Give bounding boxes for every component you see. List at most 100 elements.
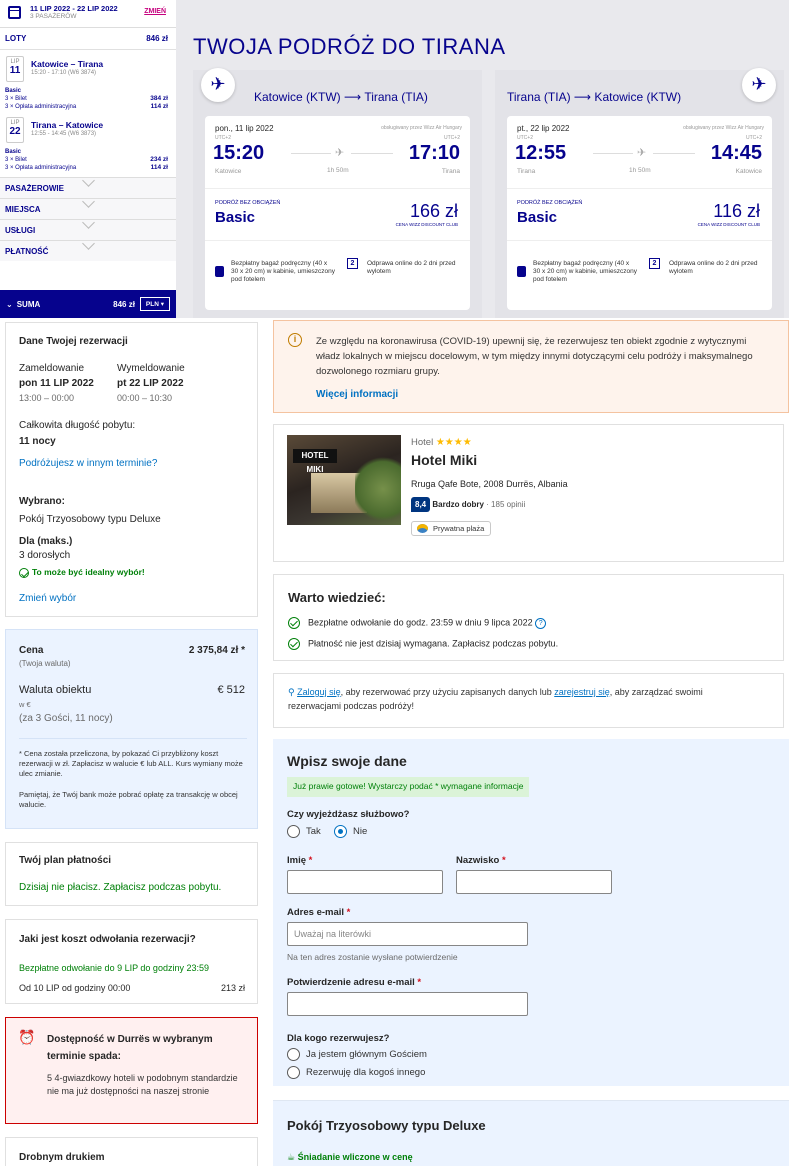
departure-time: 12:55	[515, 142, 567, 164]
departure-utc: UTC+2	[215, 135, 231, 141]
outbound-fare: Basic	[5, 88, 22, 94]
guests-nights: (za 3 Gości, 11 nocy)	[19, 713, 113, 724]
inbound-admin-price: 114 zł	[150, 164, 168, 171]
page-title: TWOJA PODRÓŻ DO TIRANA	[193, 34, 506, 59]
email-field[interactable]: Uważaj na literówki	[287, 922, 528, 946]
main-guest-radio[interactable]	[287, 1048, 300, 1061]
signin-panel: ⚲ Zaloguj się, aby rezerwować przy użyci…	[273, 673, 784, 728]
currency-select[interactable]: PLN ▾	[139, 297, 170, 311]
last-name-label: Nazwisko	[456, 855, 500, 866]
first-name-input[interactable]	[287, 870, 443, 894]
booking-summary-sidebar: 11 LIP 2022 - 22 LIP 2022 3 PASAŻERÓW ZM…	[0, 0, 176, 318]
flight-duration: 1h 50m	[629, 167, 651, 174]
other-dates-link[interactable]: Podróżujesz w innym terminie?	[19, 458, 157, 469]
arrival-city: Tirana	[441, 168, 460, 175]
login-link[interactable]: Zaloguj się	[297, 687, 341, 697]
business-no-radio[interactable]	[334, 825, 347, 838]
total-bar[interactable]: ⌄ SUMA 846 zł PLN ▾	[0, 290, 176, 318]
trip-dates: 11 LIP 2022 - 22 LIP 2022 3 PASAŻERÓW ZM…	[0, 0, 176, 28]
checkin-icon: 2	[649, 258, 660, 269]
inbound-costs: Basic 3 × Bilet 234 zł 3 × Opłata adminis…	[0, 148, 176, 172]
occupancy-label: Dla (maks.)	[19, 536, 73, 547]
tag-label: Prywatna plaża	[433, 524, 485, 533]
cancel-fee: 213 zł	[220, 983, 245, 993]
outbound-flight-card: ✈ Katowice (KTW) ⟶ Tirana (TIA) pon., 11 …	[193, 68, 482, 318]
panel-title: Twój plan płatności	[19, 855, 112, 866]
outbound-day: 11	[9, 65, 21, 76]
change-selection-link[interactable]: Zmień wybór	[19, 593, 76, 604]
flight-details: pon., 11 lip 2022 obsługiwany przez Wizz…	[205, 116, 470, 310]
bank-fee-note: Pamiętaj, że Twój bank może pobrać opłat…	[19, 790, 238, 809]
review-score: 8,4	[411, 497, 431, 512]
price-value: 2 375,84 zł *	[188, 645, 245, 656]
property-type: Hotel	[411, 437, 434, 448]
checkin-icon: 2	[347, 258, 358, 269]
last-name-input[interactable]	[456, 870, 612, 894]
card-route: Katowice (KTW) ⟶ Tirana (TIA)	[254, 90, 428, 104]
coffee-cup-icon: ☕	[287, 1152, 298, 1162]
checkout-label: Wymeldowanie	[117, 363, 185, 374]
departure-utc: UTC+2	[517, 135, 533, 141]
fare-name: Basic	[517, 209, 558, 226]
outbound-costs: Basic 3 × Bilet 384 zł 3 × Opłata adminis…	[0, 87, 176, 111]
inbound-tickets: 3 × Bilet	[5, 157, 27, 163]
inbound-day: 22	[9, 126, 21, 137]
checkin-info: Odprawa online do 2 dni przed wylotem	[367, 260, 456, 275]
hotel-photo[interactable]: HOTEL MIKI	[287, 435, 401, 525]
availability-alert: ⏰ Dostępność w Durrës w wybranym termini…	[5, 1017, 258, 1124]
luggage-icon	[517, 266, 526, 277]
checkin-label: Zameldowanie	[19, 363, 85, 374]
check-icon	[19, 567, 29, 578]
email-label: Adres e-mail	[287, 907, 345, 918]
fare-price: 166 zł	[409, 201, 458, 221]
outbound-admin-price: 114 zł	[150, 103, 168, 110]
panel-title: Jaki jest koszt odwołania rezerwacji?	[19, 934, 196, 945]
accordion-payment[interactable]: PŁATNOŚĆ	[0, 237, 176, 261]
departure-city: Tirana	[517, 168, 536, 175]
reservation-details-panel: Dane Twojej rezerwacji Zameldowanie Wyme…	[5, 322, 258, 617]
business-yes-radio[interactable]	[287, 825, 300, 838]
email-confirm-field[interactable]	[287, 992, 528, 1016]
help-icon[interactable]: ?	[535, 617, 547, 629]
departure-city: Katowice	[215, 168, 242, 175]
flight-date: pon., 11 lip 2022	[215, 124, 274, 133]
flight-duration: 1h 50m	[327, 167, 349, 174]
hotel-card: HOTEL MIKI Hotel ★★★★ Hotel Miki Rruga Q…	[273, 424, 784, 562]
radio-label-other: Rezerwuję dla kogoś innego	[306, 1067, 426, 1078]
email-confirm-label: Potwierdzenie adresu e-mail	[287, 977, 415, 988]
other-guest-radio[interactable]	[287, 1066, 300, 1079]
price-label: Cena	[19, 645, 44, 656]
checkin-info: Odprawa online do 2 dni przed wylotem	[669, 260, 758, 275]
private-beach-tag: Prywatna plaża	[411, 521, 492, 536]
arrival-city: Katowice	[735, 168, 762, 175]
fare-name: Basic	[215, 209, 256, 226]
price-panel: Cena (Twoja waluta) 2 375,84 zł * Waluta…	[5, 629, 258, 829]
signin-text: , aby rezerwować przy użyciu zapisanych …	[340, 687, 555, 697]
accordion-label: PŁATNOŚĆ	[5, 247, 49, 256]
covid-text: Ze względu na koronawirusa (COVID-19) up…	[316, 336, 753, 377]
review-text: Bardzo dobry	[432, 500, 484, 509]
checkout-date: pt 22 LIP 2022	[117, 378, 184, 389]
wizz-section: 11 LIP 2022 - 22 LIP 2022 3 PASAŻERÓW ZM…	[0, 0, 789, 318]
conversion-note: * Cena została przeliczona, by pokazać C…	[19, 738, 247, 779]
free-cancel: Bezpłatne odwołanie do 9 LIP do godziny …	[19, 963, 209, 973]
selected-label: Wybrano:	[19, 496, 65, 507]
property-currency-value: € 512	[217, 684, 245, 696]
outbound-info: 15:20 - 17:10 (W6 3874)	[31, 70, 97, 76]
inbound-date-box: LIP 22	[6, 117, 24, 143]
calendar-icon	[8, 6, 21, 19]
property-currency-sub: w €	[19, 700, 31, 709]
fare-caption: PODRÓŻ BEZ OBCIĄŻEŃ	[517, 200, 583, 206]
alarm-clock-icon: ⏰	[18, 1029, 36, 1045]
user-icon: ⚲	[288, 687, 298, 697]
required-marker: *	[308, 855, 313, 866]
bag-info: Bezpłatny bagaż podręczny (40 x 30 x 20 …	[231, 260, 336, 283]
club-caption: CENA WIZZ DISCOUNT CLUB	[697, 222, 760, 227]
more-info-link[interactable]: Więcej informacji	[316, 389, 398, 400]
register-link[interactable]: zarejestruj się	[554, 687, 610, 697]
accordion-label: USŁUGI	[5, 226, 36, 235]
selected-room: Pokój Trzyosobowy typu Deluxe	[19, 514, 161, 525]
change-dates-link[interactable]: ZMIEŃ	[144, 8, 166, 15]
checkout-time: 00:00 – 10:30	[117, 393, 173, 403]
good-to-know-panel: Warto wiedzieć: Bezpłatne odwołanie do g…	[273, 574, 784, 661]
